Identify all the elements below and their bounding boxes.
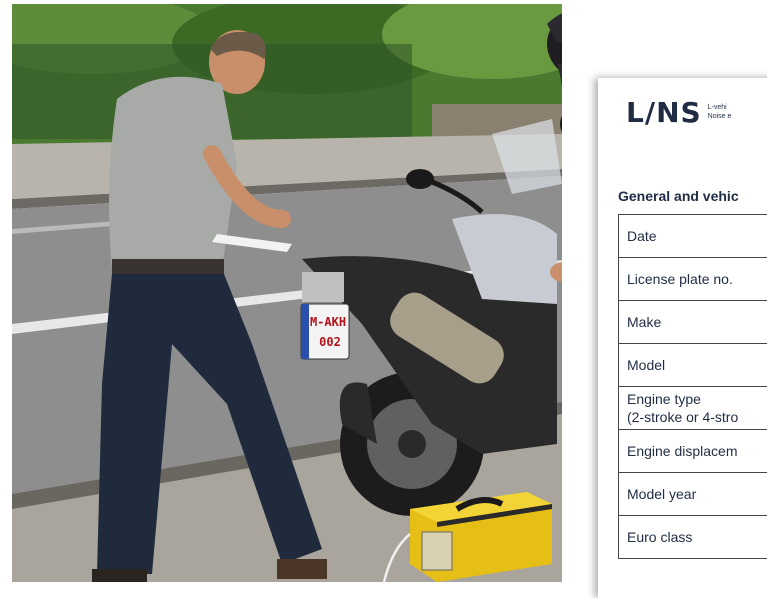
logo-subtitle-line-1: L-vehi xyxy=(708,104,727,111)
row-label-model-year: Model year xyxy=(619,473,767,516)
table-row: Model year xyxy=(619,473,767,516)
lens-logo: L/NS L-vehi Noise e xyxy=(626,92,748,132)
table-row: Engine displacem xyxy=(619,430,767,473)
row-label-date: Date xyxy=(619,215,767,258)
scene-illustration: M-AKH 002 xyxy=(12,4,562,582)
row-label-euro-class: Euro class xyxy=(619,516,767,559)
table-row: Make xyxy=(619,301,767,344)
table-row: Date xyxy=(619,215,767,258)
photo-scene: M-AKH 002 xyxy=(12,4,562,582)
engine-type-line-1: Engine type xyxy=(627,391,701,407)
logo-text: L/NS xyxy=(626,96,702,129)
row-label-license-plate: License plate no. xyxy=(619,258,767,301)
row-label-engine-type: Engine type (2-stroke or 4-stro xyxy=(619,387,767,430)
row-label-model: Model xyxy=(619,344,767,387)
plate-line-1: M-AKH xyxy=(310,315,346,329)
section-title: General and vehic xyxy=(618,188,739,204)
row-label-make: Make xyxy=(619,301,767,344)
table-row: Euro class xyxy=(619,516,767,559)
logo-subtitle: L-vehi Noise e xyxy=(708,103,748,121)
row-label-engine-displacement: Engine displacem xyxy=(619,430,767,473)
table-row: Engine type (2-stroke or 4-stro xyxy=(619,387,767,430)
table-row: Model xyxy=(619,344,767,387)
plate-line-2: 002 xyxy=(319,335,341,349)
engine-type-line-2: (2-stroke or 4-stro xyxy=(627,409,738,425)
measurement-form-card: L/NS L-vehi Noise e General and vehic Da… xyxy=(598,78,767,598)
vehicle-info-table: Date License plate no. Make Model Engine… xyxy=(618,214,767,559)
logo-subtitle-line-2: Noise e xyxy=(708,113,732,120)
table-row: License plate no. xyxy=(619,258,767,301)
